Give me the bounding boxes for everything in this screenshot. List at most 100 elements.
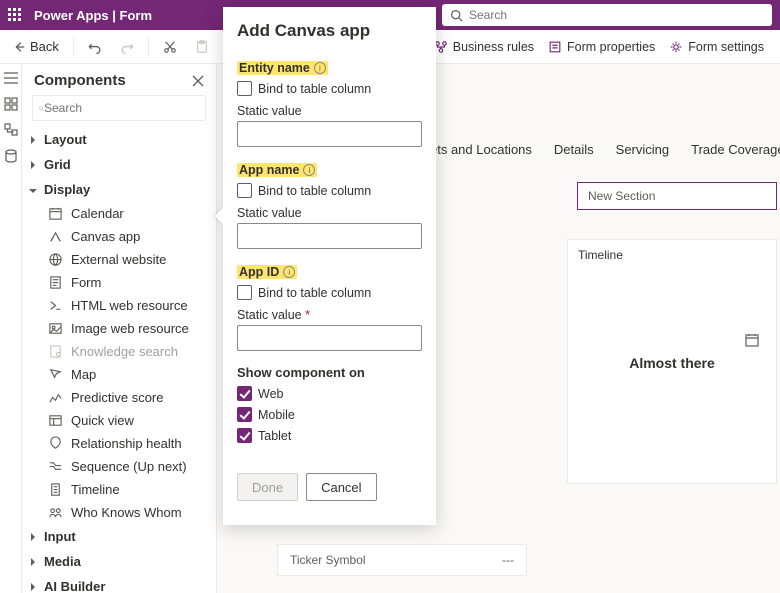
- dialog-title: Add Canvas app: [237, 21, 422, 41]
- new-section[interactable]: New Section: [577, 182, 777, 210]
- ticker-label: Ticker Symbol: [290, 553, 366, 567]
- undo-button[interactable]: [82, 36, 108, 58]
- component-icon: [48, 482, 63, 497]
- form-settings-link[interactable]: Form settings: [669, 40, 764, 54]
- tab-servicing[interactable]: Servicing: [616, 142, 669, 157]
- component-icon: [48, 505, 63, 520]
- group-input[interactable]: Input: [22, 524, 216, 549]
- entity-static-input[interactable]: [237, 121, 422, 147]
- entity-bind-checkbox[interactable]: [237, 81, 252, 96]
- display-item-html-web-resource[interactable]: HTML web resource: [22, 294, 216, 317]
- mobile-checkbox[interactable]: [237, 407, 252, 422]
- add-canvas-app-dialog: Add Canvas app Entity namei Bind to tabl…: [223, 7, 436, 525]
- business-rules-link[interactable]: Business rules: [434, 40, 534, 54]
- group-display[interactable]: Display: [22, 177, 216, 202]
- info-icon[interactable]: i: [283, 266, 295, 278]
- component-icon: [48, 344, 63, 359]
- app-title: Power Apps | Form: [34, 8, 152, 23]
- redo-icon: [120, 40, 134, 54]
- form-properties-icon: [548, 40, 562, 54]
- components-search[interactable]: [32, 95, 206, 121]
- global-search[interactable]: [442, 4, 772, 26]
- component-icon: [48, 413, 63, 428]
- component-icon: [48, 390, 63, 405]
- timeline-section[interactable]: Timeline Almost there: [567, 239, 777, 484]
- tab-trade-coverages[interactable]: Trade Coverages: [691, 142, 780, 157]
- appid-static-label: Static value *: [237, 308, 422, 322]
- appid-static-input[interactable]: [237, 325, 422, 351]
- redo-button[interactable]: [114, 36, 140, 58]
- show-component-on-label: Show component on: [237, 365, 422, 380]
- timeline-label: Timeline: [578, 248, 766, 262]
- app-name-label: App namei: [237, 163, 317, 177]
- entity-static-label: Static value: [237, 104, 422, 118]
- waffle-icon[interactable]: [8, 8, 24, 22]
- group-layout[interactable]: Layout: [22, 127, 216, 152]
- appname-bind-checkbox[interactable]: [237, 183, 252, 198]
- display-item-map[interactable]: Map: [22, 363, 216, 386]
- component-icon: [48, 252, 63, 267]
- display-item-canvas-app[interactable]: Canvas app: [22, 225, 216, 248]
- appname-static-input[interactable]: [237, 223, 422, 249]
- display-item-calendar[interactable]: Calendar: [22, 202, 216, 225]
- display-item-quick-view[interactable]: Quick view: [22, 409, 216, 432]
- display-item-relationship-health[interactable]: Relationship health: [22, 432, 216, 455]
- component-icon: [48, 206, 63, 221]
- close-icon[interactable]: [192, 75, 204, 87]
- components-title: Components: [34, 72, 126, 89]
- display-item-external-website[interactable]: External website: [22, 248, 216, 271]
- rail-menu[interactable]: [3, 70, 19, 86]
- component-icon: [48, 275, 63, 290]
- component-icon: [48, 229, 63, 244]
- entity-name-label: Entity namei: [237, 61, 328, 75]
- tablet-checkbox[interactable]: [237, 428, 252, 443]
- back-arrow-icon: [12, 40, 26, 54]
- cut-button[interactable]: [157, 36, 183, 58]
- display-item-predictive-score[interactable]: Predictive score: [22, 386, 216, 409]
- dialog-pointer: [215, 207, 224, 225]
- info-icon[interactable]: i: [303, 164, 315, 176]
- group-ai-builder[interactable]: AI Builder: [22, 574, 216, 593]
- almost-there-text: Almost there: [629, 355, 715, 371]
- form-tabs: ssets and Locations Details Servicing Tr…: [417, 142, 780, 157]
- calendar-icon: [744, 332, 760, 348]
- paste-icon: [195, 40, 209, 54]
- ticker-row[interactable]: Ticker Symbol ---: [277, 544, 527, 576]
- display-item-knowledge-search: Knowledge search: [22, 340, 216, 363]
- paste-button[interactable]: [189, 36, 215, 58]
- component-icon: [48, 298, 63, 313]
- form-settings-icon: [669, 40, 683, 54]
- appname-static-label: Static value: [237, 206, 422, 220]
- rail-data[interactable]: [3, 148, 19, 164]
- app-id-label: App IDi: [237, 265, 297, 279]
- web-checkbox[interactable]: [237, 386, 252, 401]
- display-item-who-knows-whom[interactable]: Who Knows Whom: [22, 501, 216, 524]
- rail-components[interactable]: [3, 96, 19, 112]
- info-icon[interactable]: i: [314, 62, 326, 74]
- cut-icon: [163, 40, 177, 54]
- group-grid[interactable]: Grid: [22, 152, 216, 177]
- tab-details[interactable]: Details: [554, 142, 594, 157]
- search-icon: [450, 9, 463, 22]
- done-button[interactable]: Done: [237, 473, 298, 501]
- display-item-sequence-up-next-[interactable]: Sequence (Up next): [22, 455, 216, 478]
- display-item-form[interactable]: Form: [22, 271, 216, 294]
- component-icon: [48, 321, 63, 336]
- component-icon: [48, 367, 63, 382]
- form-properties-link[interactable]: Form properties: [548, 40, 655, 54]
- component-icon: [48, 459, 63, 474]
- left-rail: [0, 64, 22, 593]
- component-icon: [48, 436, 63, 451]
- components-panel: Components Layout Grid Display CalendarC…: [22, 64, 217, 593]
- undo-icon: [88, 40, 102, 54]
- ticker-value: ---: [502, 553, 514, 567]
- appid-bind-checkbox[interactable]: [237, 285, 252, 300]
- group-media[interactable]: Media: [22, 549, 216, 574]
- display-item-timeline[interactable]: Timeline: [22, 478, 216, 501]
- rail-tree[interactable]: [3, 122, 19, 138]
- global-search-input[interactable]: [469, 8, 764, 22]
- cancel-button[interactable]: Cancel: [306, 473, 376, 501]
- components-search-input[interactable]: [44, 101, 199, 115]
- display-item-image-web-resource[interactable]: Image web resource: [22, 317, 216, 340]
- back-button[interactable]: Back: [6, 35, 65, 58]
